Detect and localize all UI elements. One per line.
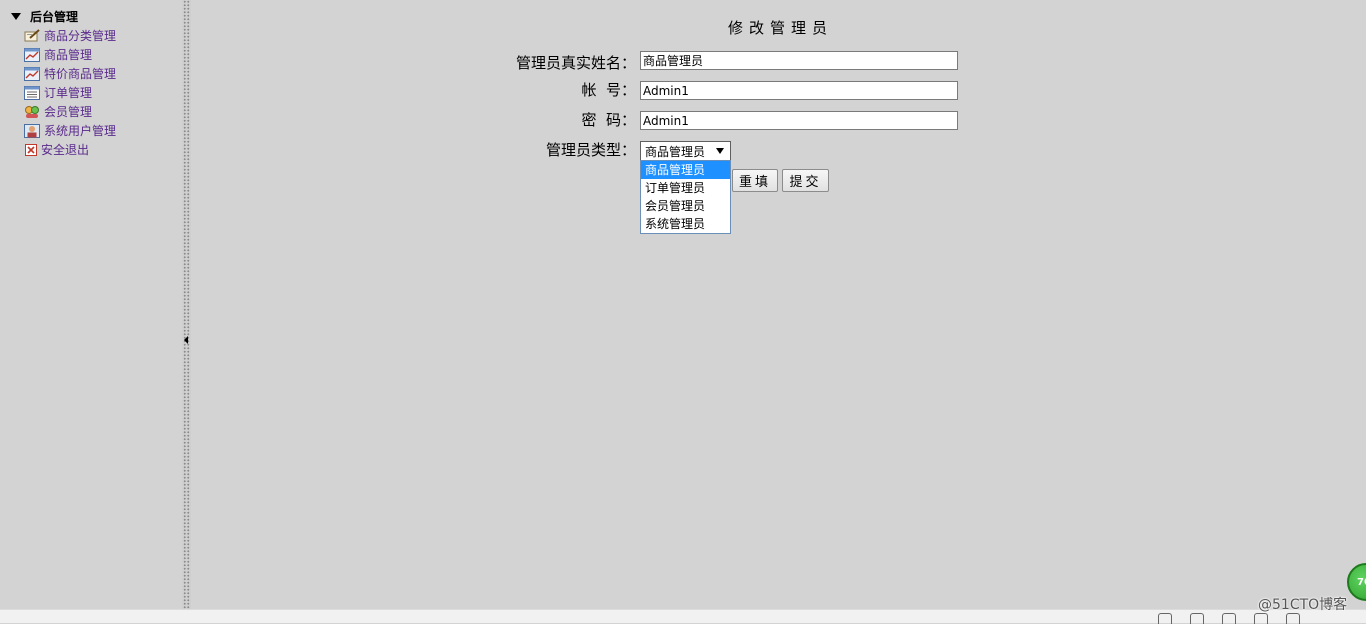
- speed-badge[interactable]: 70: [1347, 563, 1366, 601]
- exit-icon: [25, 143, 37, 156]
- dropdown-arrow-icon: [716, 148, 724, 154]
- tree-root-label: 后台管理: [30, 9, 79, 24]
- sidebar-item-category[interactable]: 商品分类管理: [24, 26, 116, 45]
- dropdown-option[interactable]: 系统管理员: [641, 215, 730, 233]
- password-input[interactable]: [640, 111, 958, 130]
- account-input[interactable]: [640, 81, 958, 100]
- user-icon: [24, 123, 40, 138]
- sidebar: 后台管理 商品分类管理 商品管理 特价商品管理 订单管理 会员管理 系统用户管理…: [0, 0, 182, 609]
- collapse-arrow-icon[interactable]: [184, 336, 188, 344]
- admin-type-dropdown: 商品管理员 订单管理员 会员管理员 系统管理员: [640, 160, 731, 234]
- status-icon[interactable]: [1286, 613, 1300, 624]
- realname-input[interactable]: [640, 51, 958, 70]
- password-label: 密 码：: [581, 111, 636, 129]
- status-icon[interactable]: [1190, 613, 1204, 624]
- admin-type-selected-value: 商品管理员: [645, 144, 706, 159]
- dropdown-option[interactable]: 订单管理员: [641, 179, 730, 197]
- admin-type-select[interactable]: 商品管理员: [640, 141, 731, 161]
- splitter-grip: [183, 0, 190, 609]
- page-title: 修改管理员: [728, 19, 834, 37]
- tree-root-admin[interactable]: 后台管理: [11, 8, 78, 24]
- reset-button[interactable]: 重填: [732, 169, 778, 192]
- sidebar-menu: 商品分类管理 商品管理 特价商品管理 订单管理 会员管理 系统用户管理 安全退出: [24, 26, 116, 159]
- sidebar-item-system-users[interactable]: 系统用户管理: [24, 121, 116, 140]
- sidebar-item-orders[interactable]: 订单管理: [24, 83, 116, 102]
- sidebar-item-members[interactable]: 会员管理: [24, 102, 116, 121]
- chart-icon: [24, 66, 40, 81]
- list-icon: [24, 85, 40, 100]
- submit-button[interactable]: 提交: [782, 169, 829, 192]
- dropdown-option[interactable]: 商品管理员: [641, 161, 730, 179]
- sidebar-item-products[interactable]: 商品管理: [24, 45, 116, 64]
- realname-label: 管理员真实姓名：: [515, 54, 636, 72]
- category-edit-icon: [24, 28, 40, 43]
- chart-icon: [24, 47, 40, 62]
- browser-status-bar: [0, 609, 1366, 624]
- account-label: 帐 号：: [581, 81, 636, 99]
- watermark: @51CTO博客: [1258, 597, 1348, 613]
- status-icon[interactable]: [1254, 613, 1268, 624]
- admin-type-label: 管理员类型：: [545, 141, 636, 159]
- sidebar-item-special-products[interactable]: 特价商品管理: [24, 64, 116, 83]
- status-icon[interactable]: [1222, 613, 1236, 624]
- dropdown-option[interactable]: 会员管理员: [641, 197, 730, 215]
- status-bar-icons: [1158, 613, 1300, 624]
- members-icon: [24, 105, 40, 119]
- expand-arrow-icon[interactable]: [11, 12, 21, 20]
- frame-splitter[interactable]: [182, 0, 191, 609]
- sidebar-item-logout[interactable]: 安全退出: [24, 140, 116, 159]
- status-icon[interactable]: [1158, 613, 1172, 624]
